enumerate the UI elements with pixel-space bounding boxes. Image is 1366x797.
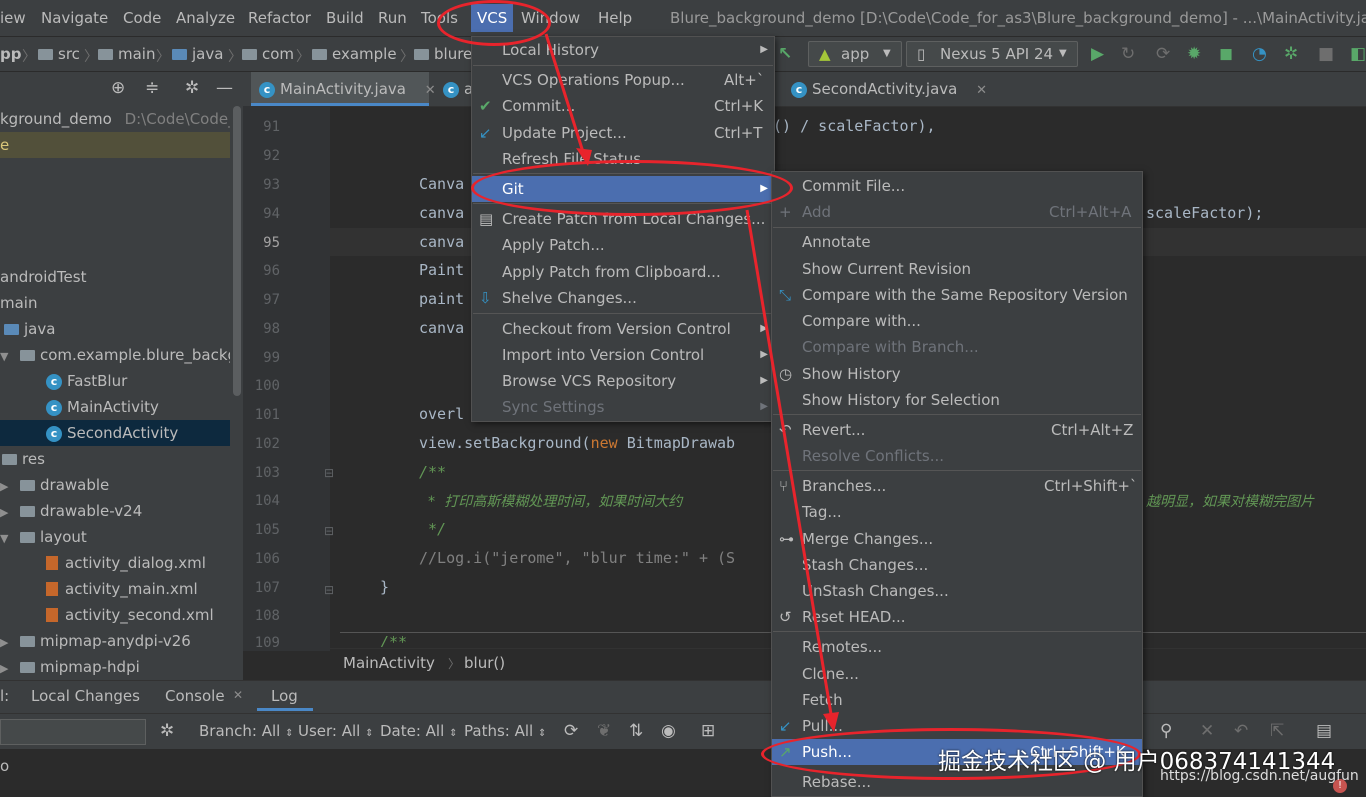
watermark-url: https://blog.csdn.net/augfun bbox=[1160, 768, 1359, 784]
annotation-arrow-line bbox=[745, 209, 834, 721]
annotation-arrow-line bbox=[544, 33, 585, 153]
annotation-arrows bbox=[544, 33, 839, 732]
annotation-arrowhead bbox=[576, 148, 592, 166]
annotation-arrowhead bbox=[823, 712, 839, 732]
